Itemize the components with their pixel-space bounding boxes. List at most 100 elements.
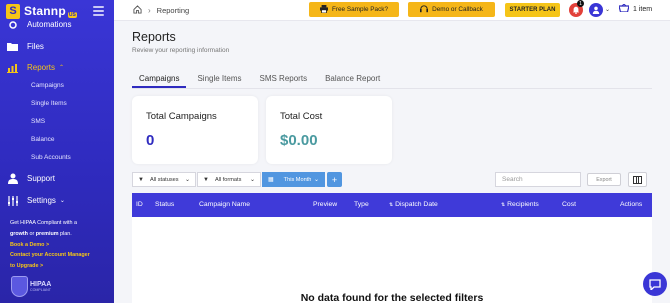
column-actions: Actions [620, 201, 643, 208]
topbar: › Reporting Free Sample Pack? Demo or Ca… [114, 0, 670, 21]
chevron-down-icon: ⌄ [59, 198, 65, 204]
sidebar-subitem-sms[interactable]: SMS [31, 118, 45, 125]
chevron-down-icon: ⌄ [313, 177, 319, 183]
printer-icon [319, 4, 328, 15]
date-range-value: This Month [283, 176, 312, 183]
column-status[interactable]: Status [155, 201, 174, 208]
user-avatar-icon[interactable] [589, 3, 603, 17]
support-icon [7, 173, 18, 184]
search-input[interactable]: Search [495, 172, 581, 187]
starter-plan-button[interactable]: STARTER PLAN [505, 3, 560, 17]
sidebar-item-files[interactable]: Files [7, 41, 44, 52]
total-cost-value: $0.00 [280, 132, 318, 149]
column-campaign-name[interactable]: Campaign Name [199, 201, 250, 208]
column-recipients[interactable]: ⇅ Recipients [501, 201, 539, 208]
cart-label: 1 item [633, 5, 653, 13]
sidebar-subitem-single-items[interactable]: Single Items [31, 100, 67, 107]
sidebar-subitem-sub-accounts[interactable]: Sub Accounts [31, 154, 71, 161]
empty-state-message: No data found for the selected filters [300, 292, 484, 303]
format-filter-select[interactable]: ▼ All formats ⌄ [197, 172, 261, 187]
breadcrumb-separator: › [148, 6, 151, 15]
funnel-icon: ▼ [203, 176, 209, 183]
total-cost-label: Total Cost [280, 111, 323, 122]
folder-icon [7, 41, 18, 52]
hipaa-promo: Get HIPAA Compliant with a growth or pre… [10, 218, 110, 272]
sidebar-item-support[interactable]: Support [7, 173, 55, 184]
breadcrumb: › Reporting [133, 5, 189, 16]
tab-campaigns[interactable]: Campaigns [132, 72, 187, 88]
hipaa-badge: HIPAA COMPLIANT [11, 276, 51, 297]
sidebar-subitem-balance[interactable]: Balance [31, 136, 55, 143]
menu-toggle-icon[interactable] [93, 6, 104, 18]
export-button[interactable]: Export [587, 173, 621, 186]
chevron-down-icon: ⌄ [184, 177, 190, 183]
headset-icon [420, 4, 429, 15]
sort-icon: ⇅ [501, 202, 506, 208]
calendar-icon: ▦ [268, 177, 274, 183]
demo-callback-label: Demo or Callback [432, 6, 483, 13]
column-cost[interactable]: Cost [562, 201, 576, 208]
funnel-icon: ▼ [138, 176, 144, 183]
brand-logo[interactable]: S Stannp US [6, 3, 77, 19]
demo-callback-button[interactable]: Demo or Callback [408, 2, 495, 17]
sidebar-item-automations[interactable]: Automations [7, 19, 71, 30]
sidebar-item-settings[interactable]: Settings ⌄ [7, 195, 65, 206]
table-header: ID Status Campaign Name Preview Type ⇅ D… [132, 193, 652, 217]
total-campaigns-card: Total Campaigns 0 [132, 96, 258, 164]
sidebar-subitem-campaigns[interactable]: Campaigns [31, 82, 64, 89]
tabs-divider [132, 88, 652, 89]
contact-manager-link[interactable]: Contact your Account Manager [10, 250, 110, 261]
chevron-down-icon: ⌄ [249, 177, 255, 183]
breadcrumb-current: Reporting [156, 6, 190, 15]
page-title: Reports [132, 30, 176, 44]
promo-line: Get HIPAA Compliant with a [10, 220, 78, 226]
columns-toggle-icon[interactable] [628, 172, 647, 187]
cart-button[interactable]: 1 item [618, 3, 653, 14]
report-tabs: Campaigns Single Items SMS Reports Balan… [132, 72, 391, 88]
automations-icon [7, 19, 18, 30]
tab-balance-report[interactable]: Balance Report [318, 72, 387, 88]
status-filter-value: All statuses [149, 176, 179, 183]
total-cost-card: Total Cost $0.00 [266, 96, 392, 164]
sidebar-item-label: Automations [27, 20, 72, 29]
sidebar-item-reports[interactable]: Reports ⌃ [7, 62, 64, 73]
column-id[interactable]: ID [136, 201, 143, 208]
sort-icon: ⇅ [389, 202, 394, 208]
table-body: No data found for the selected filters [132, 217, 652, 303]
stannp-logo-icon: S [6, 3, 20, 19]
chevron-down-icon[interactable]: ⌄ [605, 6, 610, 13]
status-filter-select[interactable]: ▼ All statuses ⌄ [132, 172, 196, 187]
brand-name: Stannp [24, 4, 66, 18]
free-sample-pack-label: Free Sample Pack? [331, 6, 389, 13]
basket-icon [618, 3, 630, 14]
sliders-icon [7, 195, 18, 206]
page-subtitle: Review your reporting information [132, 47, 230, 54]
sidebar-item-label: Files [27, 42, 44, 51]
free-sample-pack-button[interactable]: Free Sample Pack? [309, 2, 399, 17]
brand-region-badge: US [67, 12, 77, 18]
upgrade-link[interactable]: to Upgrade > [10, 261, 110, 272]
column-type[interactable]: Type [354, 201, 369, 208]
promo-line: growth or premium plan. [10, 230, 72, 237]
hipaa-title: HIPAA [30, 281, 52, 288]
total-campaigns-value: 0 [146, 132, 155, 149]
sidebar-item-label: Reports [27, 63, 56, 72]
column-dispatch-date-label: Dispatch Date [395, 201, 438, 208]
add-filter-button[interactable]: + [327, 172, 342, 187]
shield-icon [11, 276, 28, 297]
chevron-up-icon: ⌃ [59, 65, 65, 71]
hipaa-subtitle: COMPLIANT [30, 288, 51, 292]
sidebar-item-label: Support [27, 174, 56, 183]
tab-single-items[interactable]: Single Items [190, 72, 248, 88]
column-recipients-label: Recipients [507, 201, 539, 208]
notification-count-badge: 1 [577, 0, 584, 7]
sidebar: S Stannp US Automations Files Reports ⌃ … [0, 0, 114, 303]
date-range-select[interactable]: ▦ This Month ⌄ [262, 172, 325, 187]
book-demo-link[interactable]: Book a Demo > [10, 240, 110, 251]
format-filter-value: All formats [214, 176, 242, 183]
home-icon[interactable] [133, 5, 142, 16]
chat-icon[interactable] [643, 272, 667, 296]
column-dispatch-date[interactable]: ⇅ Dispatch Date [389, 201, 438, 208]
tab-sms-reports[interactable]: SMS Reports [253, 72, 315, 88]
column-preview[interactable]: Preview [313, 201, 337, 208]
